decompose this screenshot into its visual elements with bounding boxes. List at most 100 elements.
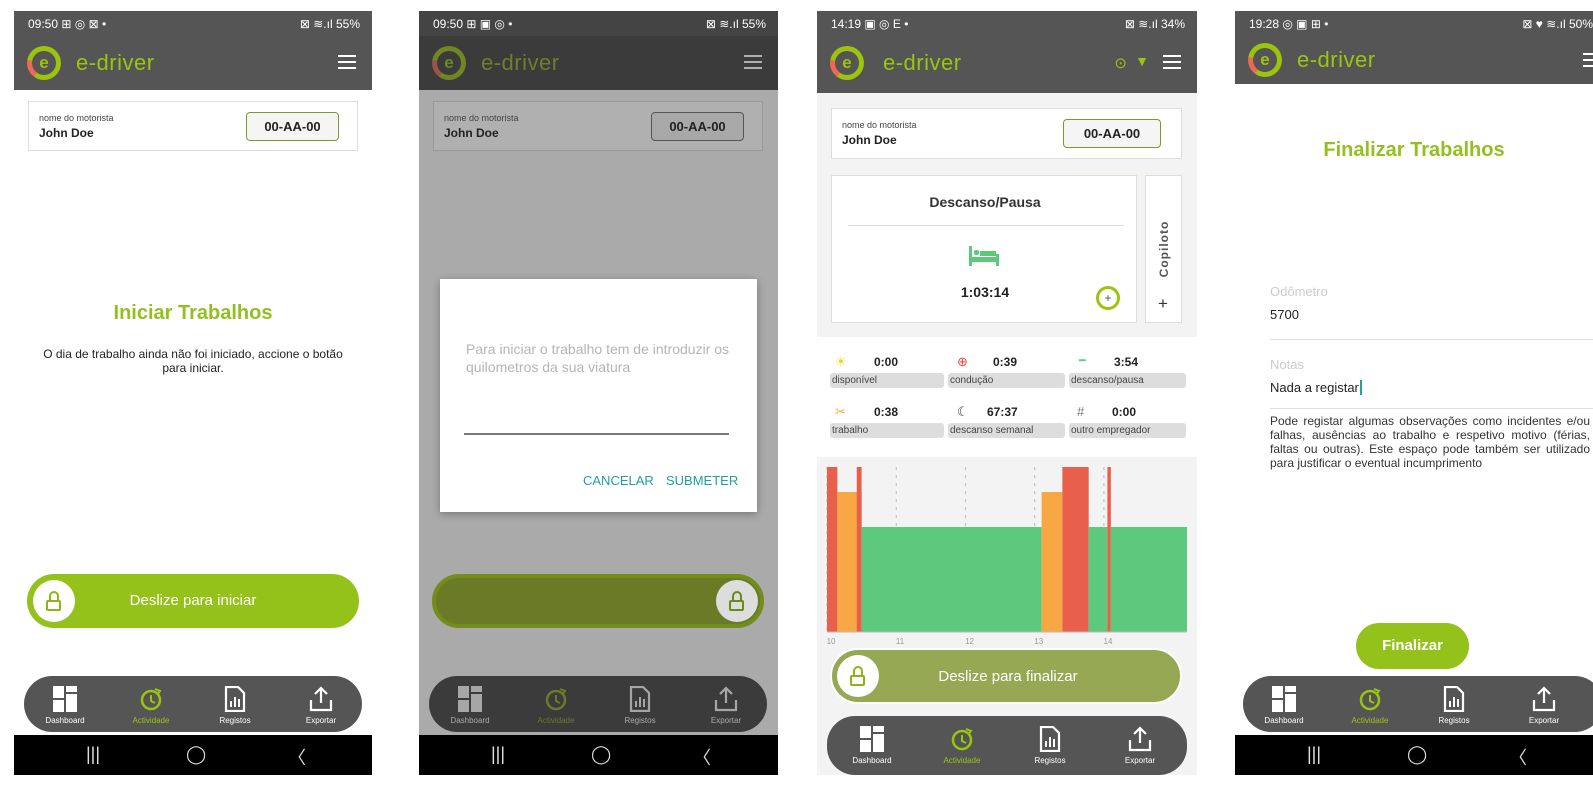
nav-label: Dashboard bbox=[1264, 716, 1304, 725]
stat-label: trabalho bbox=[830, 423, 944, 438]
share-icon bbox=[714, 686, 738, 712]
unlock-knob[interactable] bbox=[716, 580, 758, 622]
stats-grid: ☀ 0:00 disponível ⊕ 0:39 condução ━ 3:54… bbox=[817, 337, 1197, 457]
nav-label: Dashboard bbox=[852, 756, 892, 765]
nav-dashboard[interactable]: Dashboard bbox=[30, 676, 100, 732]
driver-name: John Doe bbox=[444, 126, 499, 140]
x-tick-label: 12 bbox=[965, 637, 974, 646]
nav-label: Registos bbox=[1438, 716, 1470, 725]
chart-bar-red bbox=[827, 467, 838, 632]
recents-button[interactable]: ||| bbox=[491, 744, 505, 765]
stat-label: descanso/pausa bbox=[1069, 373, 1186, 388]
nav-dashboard[interactable]: Dashboard bbox=[1249, 676, 1319, 732]
hamburger-menu-icon[interactable] bbox=[338, 55, 356, 69]
wifi-icon: ▼ bbox=[1135, 53, 1149, 69]
bottom-nav: Dashboard Actividade Registos Exportar bbox=[827, 716, 1187, 775]
brand-name: e-driver bbox=[883, 50, 962, 75]
report-icon bbox=[224, 686, 246, 712]
nav-records[interactable]: Registos bbox=[200, 676, 270, 732]
nav-records[interactable]: Registos bbox=[1419, 676, 1489, 732]
finish-slider[interactable]: Deslize para finalizar bbox=[830, 648, 1182, 704]
app-bar: e e-driver bbox=[1235, 36, 1593, 84]
nav-dashboard[interactable]: Dashboard bbox=[435, 676, 505, 732]
nav-label: Actividade bbox=[537, 716, 575, 725]
driver-name: John Doe bbox=[39, 126, 94, 140]
activity-icon bbox=[545, 688, 567, 711]
share-icon bbox=[309, 686, 333, 712]
driver-label: nome do motorista bbox=[39, 113, 114, 123]
chart-bar-red bbox=[1062, 467, 1089, 632]
nav-export[interactable]: Exportar bbox=[691, 676, 761, 732]
nav-dashboard[interactable]: Dashboard bbox=[837, 716, 907, 772]
home-button[interactable]: ◯ bbox=[186, 744, 206, 765]
screen-start-work: 09:50 ⊞ ◎ ⊠ • ⊠ ≋.ıl 55% e e-driver nome… bbox=[14, 11, 372, 775]
add-activity-icon[interactable]: + bbox=[1096, 286, 1120, 310]
report-icon bbox=[1443, 686, 1465, 712]
nav-export[interactable]: Exportar bbox=[286, 676, 356, 732]
nav-activity[interactable]: Actividade bbox=[927, 716, 997, 772]
bed-icon bbox=[969, 246, 999, 266]
status-indicators: ⊠ ♥ ≋.ıl 50% bbox=[1522, 17, 1593, 31]
back-button[interactable]: 〈 bbox=[1509, 744, 1527, 770]
share-icon bbox=[1532, 686, 1556, 712]
dialog-message: Para iniciar o trabalho tem de introduzi… bbox=[466, 341, 730, 375]
moon-icon: ☾ bbox=[957, 404, 969, 419]
plate-badge[interactable]: 00-AA-00 bbox=[1063, 119, 1161, 148]
activity-chart: 10 11 12 13 14 bbox=[817, 457, 1197, 647]
page-title: Finalizar Trabalhos bbox=[1323, 139, 1505, 161]
status-time: 09:50 ⊞ ▣ ◎ • bbox=[433, 17, 513, 31]
driver-card: nome do motorista John Doe 00-AA-00 bbox=[28, 101, 358, 151]
nav-records[interactable]: Registos bbox=[1015, 716, 1085, 772]
notes-field[interactable]: Nada a registar bbox=[1270, 380, 1362, 395]
nav-label: Exportar bbox=[1528, 716, 1560, 725]
activity-title: Descanso/Pausa bbox=[929, 194, 1041, 210]
recents-button[interactable]: ||| bbox=[1307, 744, 1321, 765]
nav-records[interactable]: Registos bbox=[605, 676, 675, 732]
add-copilot-icon[interactable]: + bbox=[1158, 294, 1168, 314]
home-button[interactable]: ◯ bbox=[591, 744, 611, 765]
copilot-tab[interactable]: Copiloto + bbox=[1145, 175, 1182, 323]
hamburger-menu-icon[interactable] bbox=[1163, 55, 1181, 69]
finish-button[interactable]: Finalizar bbox=[1356, 623, 1469, 669]
nav-label: Actividade bbox=[132, 716, 170, 725]
status-bar: 14:19 ▣ ◎ E • ⊠ ≋.ıl 34% bbox=[817, 11, 1197, 36]
status-indicators: ⊠ ≋.ıl 55% bbox=[705, 17, 766, 31]
nav-export[interactable]: Exportar bbox=[1509, 676, 1579, 732]
stat-label: disponível bbox=[830, 373, 944, 388]
plate-badge[interactable]: 00-AA-00 bbox=[246, 112, 339, 141]
system-nav-bar: ||| ◯ 〈 bbox=[1235, 735, 1593, 775]
back-button[interactable]: 〈 bbox=[288, 744, 306, 770]
back-button[interactable]: 〈 bbox=[693, 744, 711, 770]
nav-export[interactable]: Exportar bbox=[1105, 716, 1175, 772]
hamburger-menu-icon[interactable] bbox=[744, 55, 762, 69]
stat-value: 0:00 bbox=[1112, 405, 1137, 419]
screen-activity: 14:19 ▣ ◎ E • ⊠ ≋.ıl 34% e e-driver ⊙ ▼ … bbox=[817, 11, 1197, 775]
bottom-nav: Dashboard Actividade Registos Exportar bbox=[1243, 676, 1593, 732]
cancel-button[interactable]: CANCELAR bbox=[583, 473, 654, 488]
x-tick-label: 11 bbox=[896, 637, 905, 646]
activity-icon bbox=[140, 688, 162, 711]
plate-badge[interactable]: 00-AA-00 bbox=[651, 112, 744, 141]
start-slider[interactable]: Deslize para iniciar bbox=[27, 574, 359, 628]
status-bar: 09:50 ⊞ ▣ ◎ • ⊠ ≋.ıl 55% bbox=[419, 11, 778, 36]
submit-button[interactable]: SUBMETER bbox=[666, 473, 738, 488]
nav-activity[interactable]: Actividade bbox=[521, 676, 591, 732]
hamburger-menu-icon[interactable] bbox=[1583, 53, 1593, 67]
report-icon bbox=[629, 686, 651, 712]
start-slider[interactable] bbox=[432, 574, 764, 628]
logo-icon: e bbox=[1248, 43, 1282, 77]
recents-button[interactable]: ||| bbox=[86, 744, 100, 765]
slider-label: Deslize para iniciar bbox=[129, 592, 257, 609]
home-button[interactable]: ◯ bbox=[1407, 744, 1427, 765]
odometer-field[interactable]: 5700 bbox=[1270, 307, 1299, 322]
stat-value: 3:54 bbox=[1114, 355, 1139, 369]
nav-activity[interactable]: Actividade bbox=[116, 676, 186, 732]
status-bar: 09:50 ⊞ ◎ ⊠ • ⊠ ≋.ıl 55% bbox=[14, 11, 372, 36]
km-input[interactable] bbox=[464, 433, 729, 435]
nav-activity[interactable]: Actividade bbox=[1335, 676, 1405, 732]
dashboard-icon bbox=[458, 686, 482, 712]
app-bar: e e-driver bbox=[14, 36, 372, 90]
logo-icon: e bbox=[27, 46, 61, 80]
app-bar: e e-driver bbox=[419, 36, 778, 90]
share-icon bbox=[1128, 726, 1152, 752]
